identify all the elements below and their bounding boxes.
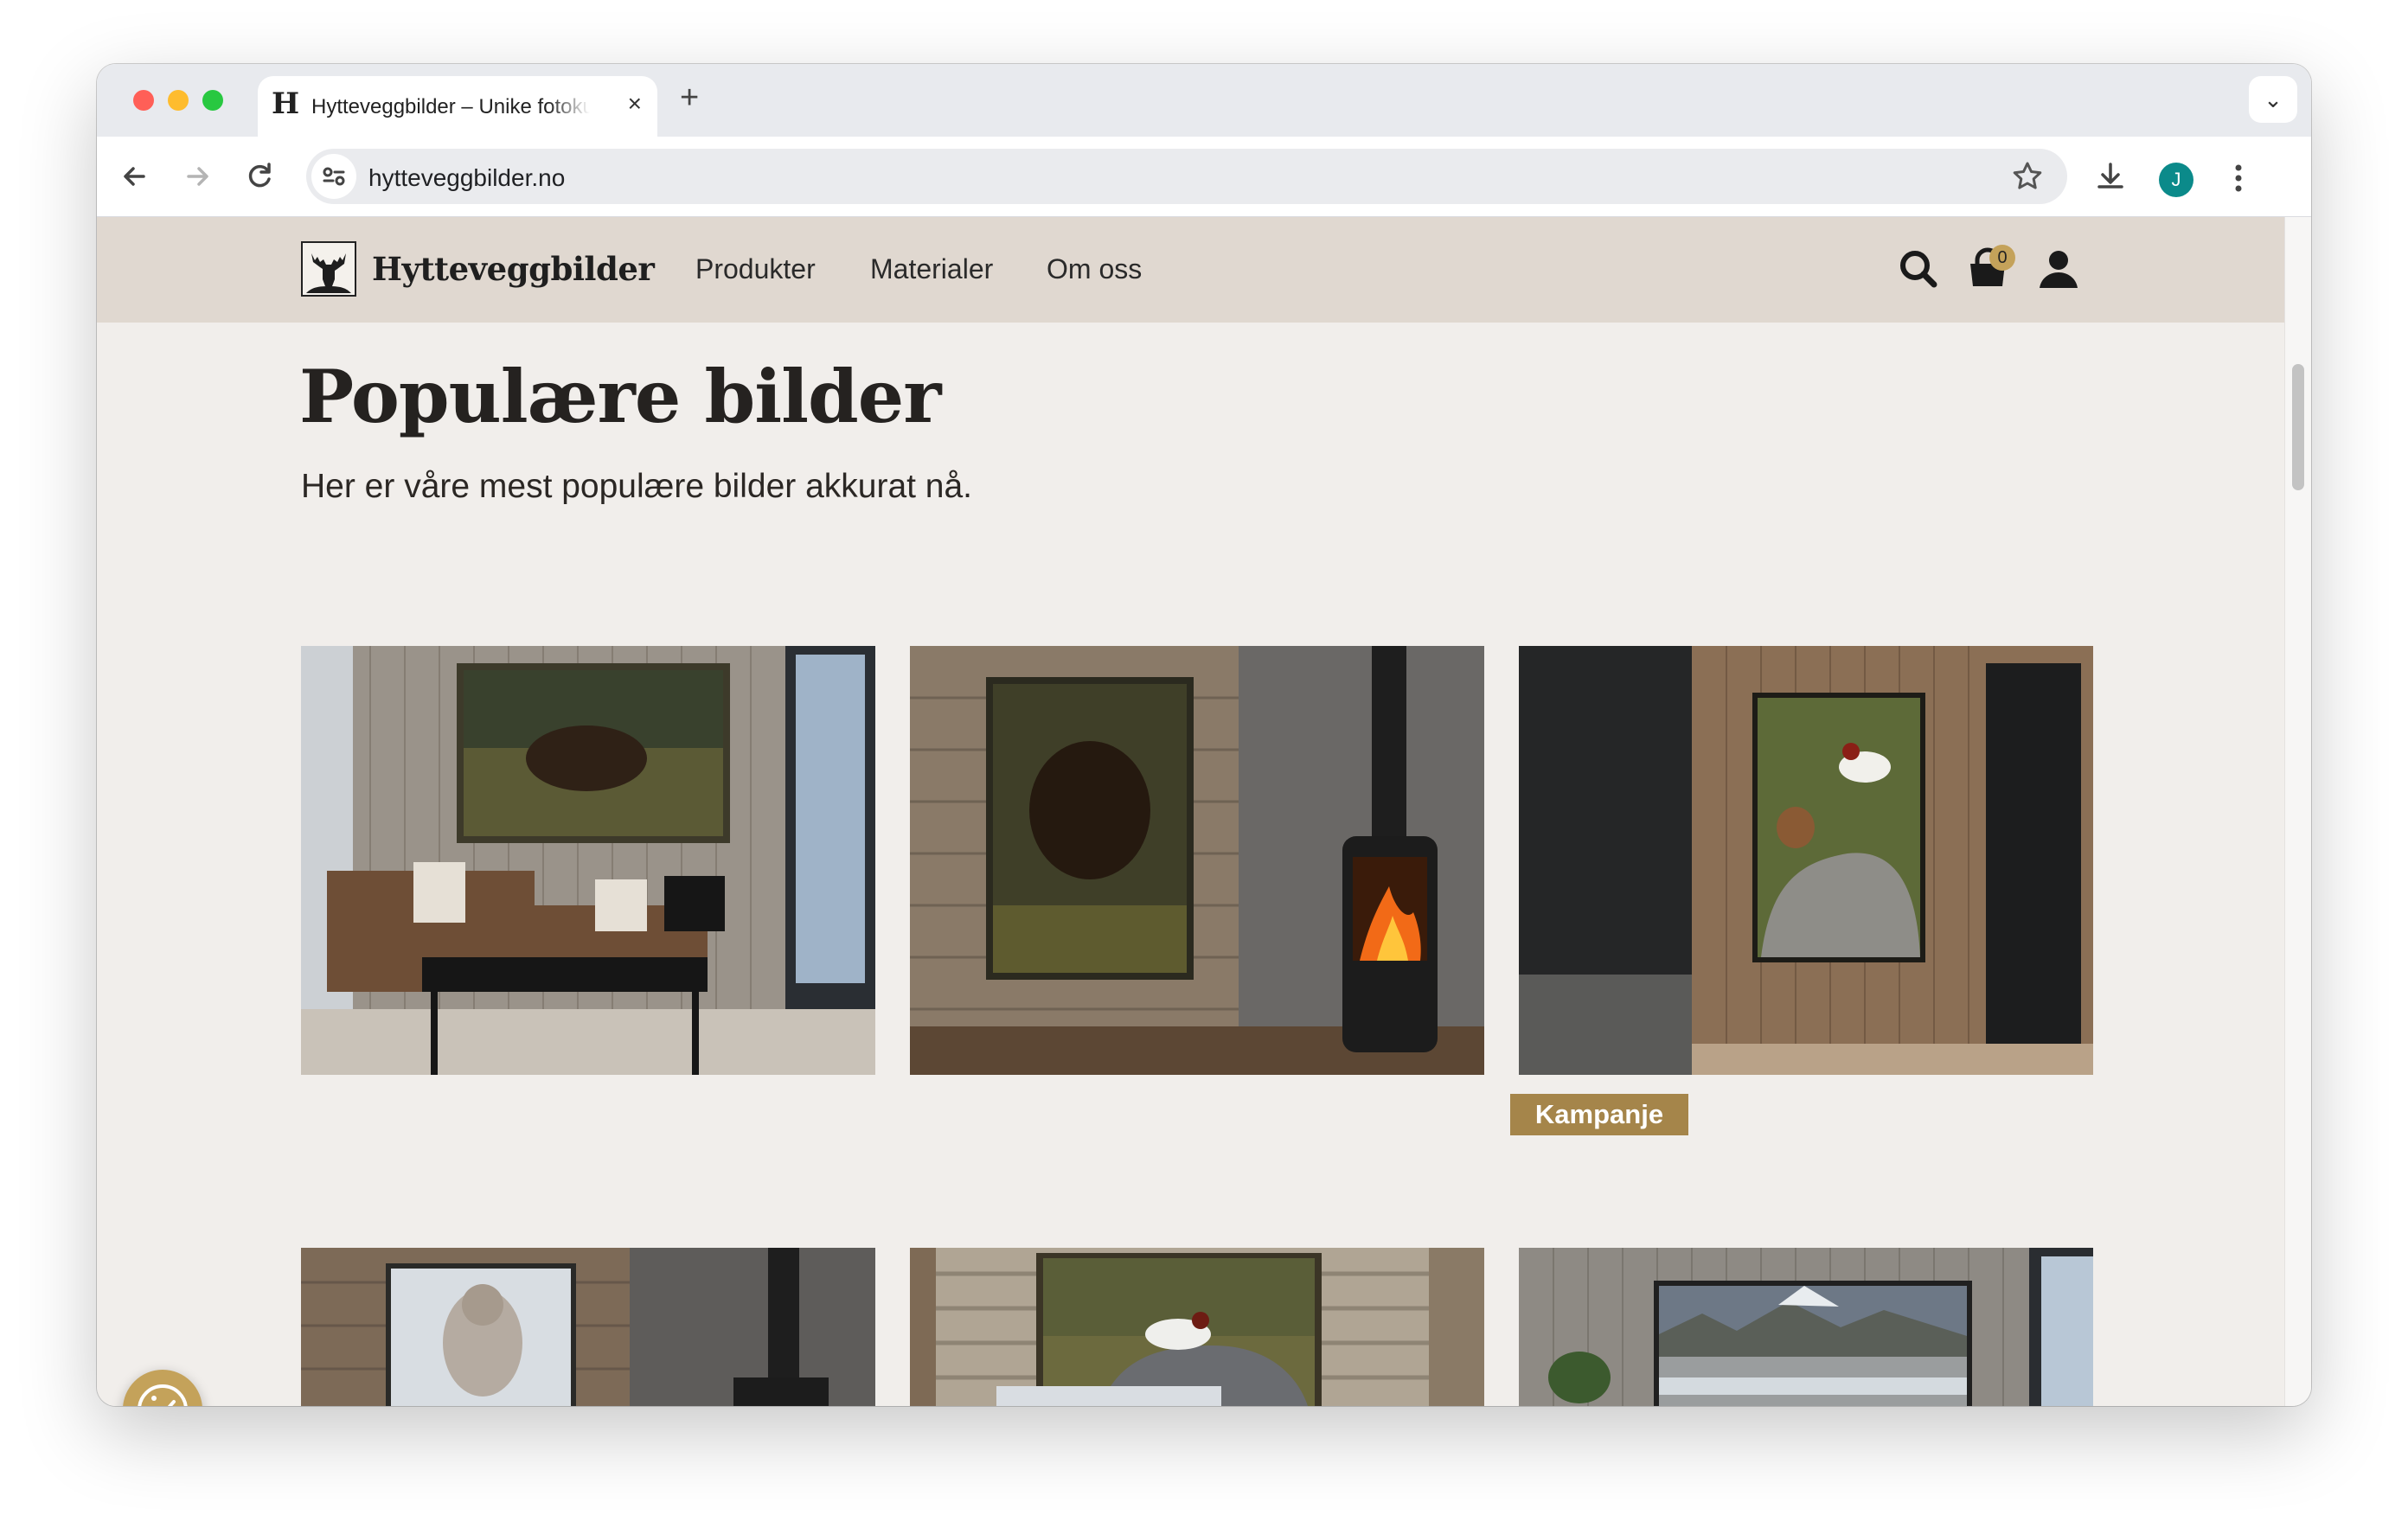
back-icon[interactable] [112,154,157,199]
page-title: Populære bilder [299,354,941,439]
search-icon[interactable] [1894,245,1943,293]
campaign-badge: Kampanje [1510,1094,1688,1135]
reload-icon[interactable] [237,154,282,199]
site-favicon-icon: H [272,86,300,121]
browser-menu-icon[interactable] [2221,156,2256,201]
cart-count-badge: 0 [1989,245,2015,271]
brand-name[interactable]: Hytteveggbilder [372,250,655,288]
user-icon[interactable] [2034,245,2083,293]
product-image-ptarmigans-entrance[interactable] [1519,646,2093,1075]
page-viewport: Hytteveggbilder Produkter Materialer Om … [97,217,2311,1406]
product-image-river-landscape[interactable] [1519,1248,2093,1406]
scrollbar[interactable] [2284,217,2311,1406]
product-image-ptarmigan-cabin[interactable] [910,1248,1484,1406]
product-image-lynx-fireplace[interactable] [301,1248,875,1406]
download-icon[interactable] [2088,154,2133,199]
tab-close-icon[interactable]: × [628,90,642,118]
page-subtitle: Her er våre mest populære bilder akkurat… [301,468,973,505]
profile-avatar[interactable]: J [2159,163,2193,197]
site-info-icon[interactable] [311,154,356,199]
window-close-button[interactable] [133,90,154,111]
product-image-brown-bear-living-room[interactable] [301,646,875,1075]
browser-tab[interactable]: H Hytteveggbilder – Unike fotokunst × [258,76,657,137]
cookie-consent-icon[interactable] [123,1370,202,1406]
nav-link-materials[interactable]: Materialer [870,253,993,285]
nav-link-products[interactable]: Produkter [695,253,816,285]
window-minimize-button[interactable] [168,90,189,111]
url-text: hytteveggbilder.no [368,164,566,191]
forward-icon[interactable] [175,154,220,199]
window-maximize-button[interactable] [202,90,223,111]
product-image-bear-fireplace[interactable] [910,646,1484,1075]
nav-link-about[interactable]: Om oss [1047,253,1142,285]
address-bar[interactable]: hytteveggbilder.no [306,149,2067,204]
site-header: Hytteveggbilder Produkter Materialer Om … [97,217,2285,323]
tab-search-icon[interactable]: ⌄ [2249,76,2297,123]
moose-logo-icon[interactable] [301,241,356,297]
tab-strip: H Hytteveggbilder – Unike fotokunst × + … [97,64,2311,137]
tab-title: Hytteveggbilder – Unike fotokunst [311,95,590,118]
browser-window: H Hytteveggbilder – Unike fotokunst × + … [97,64,2311,1406]
browser-toolbar: hytteveggbilder.no J [97,137,2311,217]
bookmark-star-icon[interactable] [2008,157,2046,203]
scrollbar-thumb[interactable] [2292,364,2304,490]
new-tab-icon[interactable]: + [680,80,699,117]
